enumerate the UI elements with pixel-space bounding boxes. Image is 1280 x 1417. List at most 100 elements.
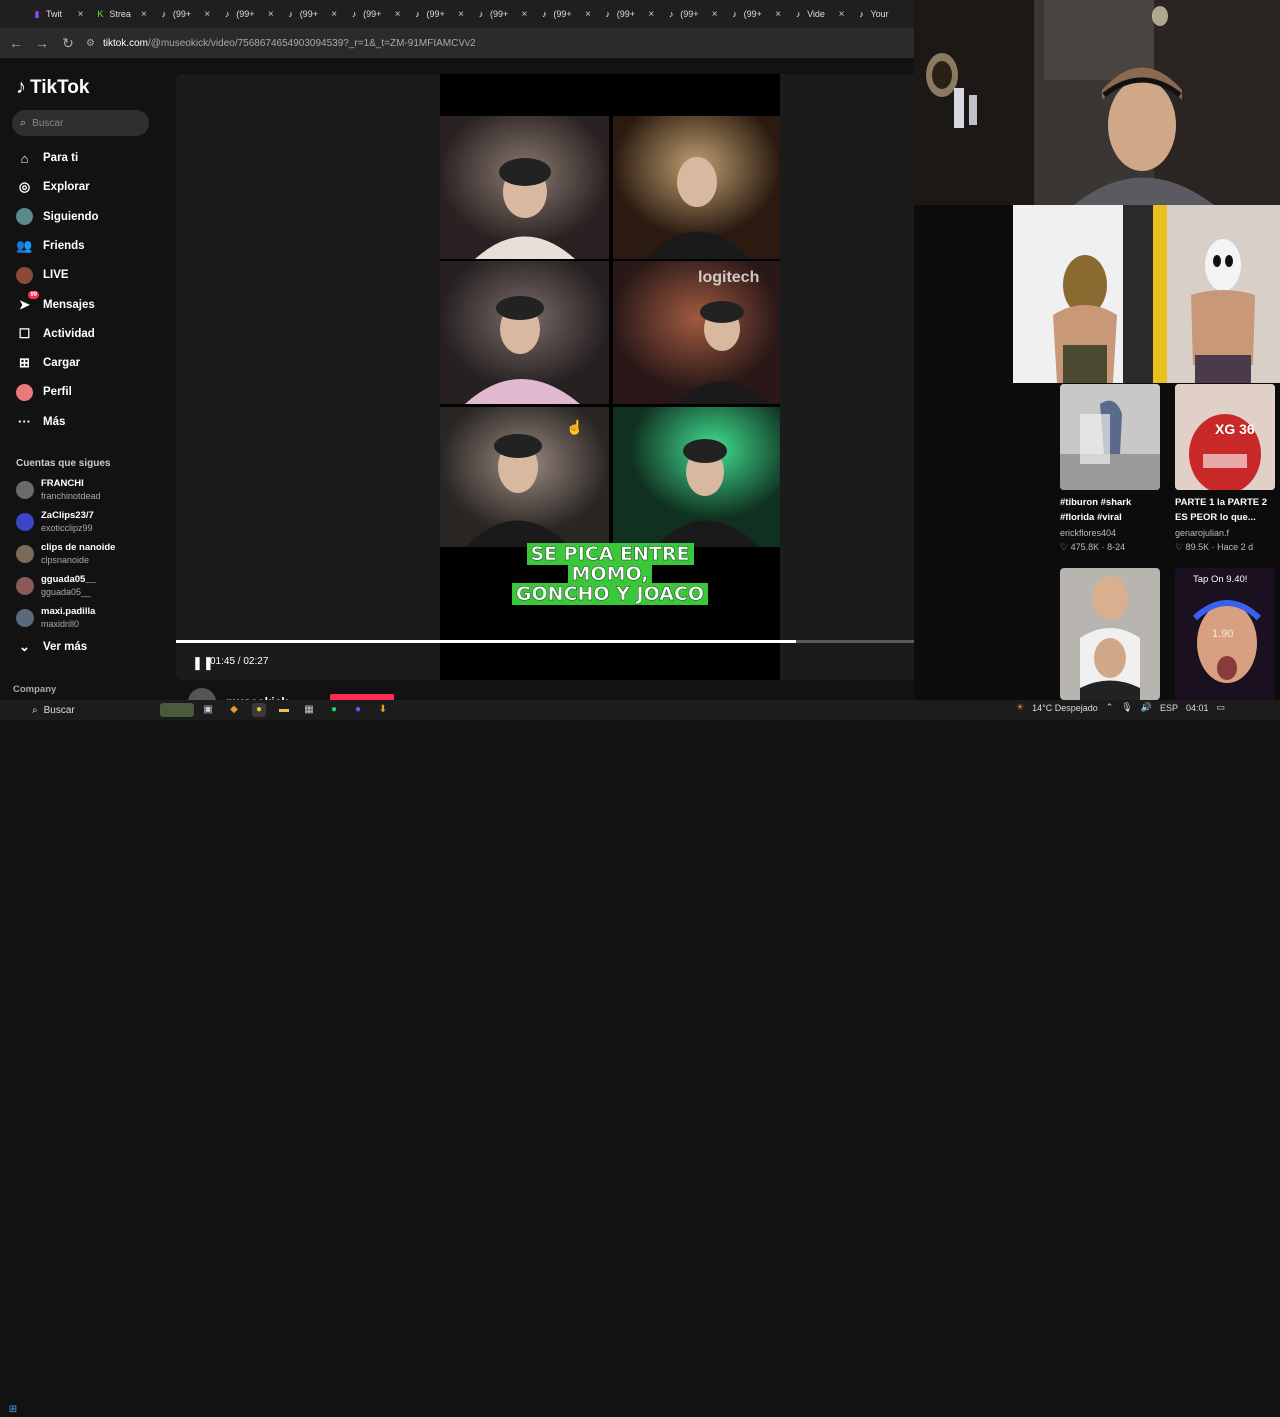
browser-tab[interactable]: ♪ Your [850, 2, 913, 26]
nav-item-m-s[interactable]: ··· Más [16, 411, 65, 433]
recommendation-user[interactable]: erickflores404 [1060, 528, 1116, 538]
close-tab-icon[interactable]: × [775, 9, 781, 20]
url-path: /@museokick/video/7568674654903094539?_r… [147, 37, 476, 49]
close-tab-icon[interactable]: × [268, 9, 274, 20]
nav-item-explorar[interactable]: ◎ Explorar [16, 176, 90, 198]
recommendation-caption[interactable]: #tiburon #shark #florida #viral [1060, 495, 1166, 525]
app-icon[interactable]: ◆ [227, 703, 241, 717]
account-name: maxi.padilla [41, 606, 96, 617]
nav-label: LIVE [43, 269, 69, 282]
tiktok-icon: ♪ [668, 9, 674, 19]
followed-account[interactable]: ZaClips23/7 exoticclipz99 [16, 510, 94, 534]
browser-tab[interactable]: ♪ (99+ × [153, 2, 216, 26]
video-frame[interactable]: logitech SE PICA ENTRE MOMO, GONCHO Y JO… [440, 74, 780, 680]
reload-icon[interactable]: ↻ [60, 35, 76, 52]
notification-icon[interactable]: ▭ [1216, 702, 1225, 713]
tab-title: (99+ [299, 9, 318, 19]
followed-account[interactable]: gguada05__ gguada05__ [16, 574, 96, 598]
nav-item-friends[interactable]: 👥 Friends [16, 235, 85, 257]
recommendation-stats: ♡ 89.5K · Hace 2 d [1175, 542, 1254, 552]
nav-item-cargar[interactable]: ⊞ Cargar [16, 352, 80, 374]
followed-account[interactable]: FRANCHI franchinotdead [16, 478, 101, 502]
browser-tab[interactable]: ♪ (99+ × [280, 2, 343, 26]
company-link[interactable]: Company [13, 684, 56, 695]
recommendation-caption[interactable]: PARTE 1 la PARTE 2 ES PEOR lo que... [1175, 495, 1280, 525]
close-tab-icon[interactable]: × [141, 9, 147, 20]
spotify-icon[interactable]: ● [327, 703, 341, 717]
file-explorer-icon[interactable]: ▬ [277, 703, 291, 717]
recommendation-thumbnail[interactable] [1060, 568, 1160, 700]
browser-tab[interactable]: ♪ (99+ × [343, 2, 406, 26]
kick-icon: K [97, 9, 104, 19]
nav-label: Más [43, 415, 66, 428]
tiktok-sidebar: ♪ TikTok ⌕ Buscar ⌂ Para ti ◎ Explorar Sigui… [0, 58, 170, 700]
browser-tab[interactable]: ♪ Vide × [787, 2, 850, 26]
close-tab-icon[interactable]: × [712, 9, 718, 20]
tiktok-icon: ♪ [288, 9, 293, 19]
windows-start-icon[interactable]: ⊞ [6, 1403, 20, 1417]
tray-chevron-icon[interactable]: ⌃ [1106, 702, 1114, 713]
taskbar-search[interactable]: ⌕ Buscar [26, 702, 158, 718]
tiktok-logo[interactable]: ♪ TikTok [16, 76, 89, 99]
nav-item-siguiendo[interactable]: Siguiendo [16, 206, 99, 228]
back-icon[interactable]: ← [8, 35, 24, 51]
recommendation-thumbnail[interactable] [1060, 384, 1160, 490]
weather-text[interactable]: 14°C Despejado [1032, 703, 1098, 713]
forward-icon[interactable]: → [34, 35, 50, 51]
store-icon[interactable]: ▦ [302, 703, 316, 717]
address-bar[interactable]: ⚙ tiktok.com/@museokick/video/7568674654… [86, 32, 906, 54]
browser-tab[interactable]: ▮ Twit × [26, 2, 89, 26]
recommendation-thumbnail[interactable]: XG 36 [1175, 384, 1275, 490]
browser-tab[interactable]: K Strea × [89, 2, 152, 26]
close-tab-icon[interactable]: × [648, 9, 654, 20]
tiktok-icon: ♪ [605, 9, 611, 19]
browser-tab[interactable]: ♪ (99+ × [724, 2, 787, 26]
tiktok-icon: ♪ [161, 9, 167, 19]
profile-icon [16, 383, 33, 401]
discord-icon[interactable]: ● [351, 703, 365, 717]
tab-title: (99+ [616, 9, 636, 19]
browser-tab[interactable]: ♪ (99+ × [407, 2, 470, 26]
nav-item-para-ti[interactable]: ⌂ Para ti [16, 147, 79, 169]
clip-overlay-image [1013, 205, 1280, 383]
nav-item-actividad[interactable]: ☐ Actividad [16, 323, 95, 345]
upload-icon: ⊞ [19, 355, 30, 371]
chrome-icon[interactable]: ● [252, 703, 266, 717]
close-tab-icon[interactable]: × [204, 9, 210, 20]
close-tab-icon[interactable]: × [331, 9, 337, 20]
tiktok-icon: ♪ [415, 9, 420, 19]
close-tab-icon[interactable]: × [585, 9, 591, 20]
followed-account[interactable]: maxi.padilla maxidrill0 [16, 606, 95, 630]
lang-indicator[interactable]: ESP [1160, 703, 1178, 713]
download-app-icon[interactable]: ⬇ [376, 703, 390, 717]
close-tab-icon[interactable]: × [522, 9, 528, 20]
nav-item-perfil[interactable]: Perfil [16, 381, 72, 403]
close-tab-icon[interactable]: × [839, 9, 845, 20]
close-tab-icon[interactable]: × [458, 9, 464, 20]
compass-icon: ◎ [18, 179, 31, 195]
browser-tab[interactable]: ♪ (99+ × [216, 2, 279, 26]
thumbnail-picture [1060, 568, 1160, 700]
close-tab-icon[interactable]: × [78, 9, 84, 20]
mic-icon[interactable]: 🎙 [1121, 702, 1132, 713]
following-title: Cuentas que sigues [16, 458, 111, 469]
close-tab-icon[interactable]: × [395, 9, 401, 20]
search-input[interactable]: ⌕ Buscar [12, 110, 149, 136]
logo-text: TikTok [30, 76, 90, 98]
see-more-button[interactable]: ⌄ Ver más [16, 636, 87, 658]
browser-tab[interactable]: ♪ (99+ × [660, 2, 723, 26]
nav-label: Friends [43, 239, 85, 252]
nav-item-mensajes[interactable]: ➤ 99 Mensajes [16, 291, 95, 316]
task-view-icon[interactable]: ▣ [201, 703, 215, 717]
speaker-icon[interactable]: 🔊 [1141, 702, 1152, 713]
nav-item-live[interactable]: LIVE [16, 264, 69, 286]
clock[interactable]: 04:01 [1186, 703, 1209, 713]
recommendation-user[interactable]: genarojulian.f [1175, 528, 1229, 538]
tiktok-icon: ♪ [225, 9, 230, 19]
site-info-icon[interactable]: ⚙ [86, 38, 95, 49]
browser-tab[interactable]: ♪ (99+ × [470, 2, 533, 26]
widget-thumbnail-icon[interactable] [160, 703, 194, 717]
followed-account[interactable]: clips de nanoide clpsnanoide [16, 542, 115, 566]
browser-tab[interactable]: ♪ (99+ × [597, 2, 660, 26]
browser-tab[interactable]: ♪ (99+ × [533, 2, 596, 26]
